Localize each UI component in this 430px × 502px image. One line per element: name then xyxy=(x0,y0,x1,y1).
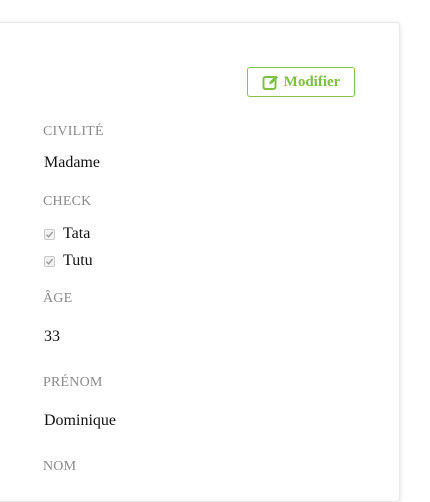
check-option-label: Tutu xyxy=(63,252,93,269)
check-option-tata[interactable]: Tata xyxy=(44,225,90,243)
civilite-value: Madame xyxy=(44,154,100,171)
prenom-value: Dominique xyxy=(44,412,116,429)
edit-icon xyxy=(262,74,279,91)
checkmark-icon xyxy=(46,258,54,265)
check-option-label: Tata xyxy=(63,225,91,242)
checkbox-tata[interactable] xyxy=(44,228,55,240)
check-label: CHECK xyxy=(43,194,92,209)
check-option-tutu[interactable]: Tutu xyxy=(44,252,93,270)
edit-button-label: Modifier xyxy=(283,73,341,90)
age-label: ÂGE xyxy=(43,291,73,306)
checkmark-icon xyxy=(46,231,54,238)
age-value: 33 xyxy=(44,328,60,345)
nom-label: NOM xyxy=(43,459,77,474)
checkbox-tutu[interactable] xyxy=(44,255,55,267)
prenom-label: PRÉNOM xyxy=(43,375,103,390)
civilite-label: CIVILITÉ xyxy=(43,124,104,139)
edit-button[interactable]: Modifier xyxy=(247,67,355,97)
